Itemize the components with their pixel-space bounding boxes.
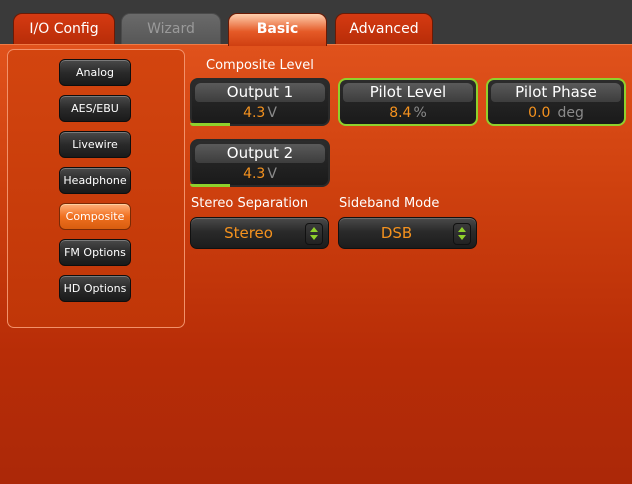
sideband-mode-value: DSB bbox=[380, 224, 413, 242]
nav-aes-ebu-button[interactable]: AES/EBU bbox=[59, 95, 131, 122]
output1-label: Output 1 bbox=[195, 83, 325, 102]
tab-advanced[interactable]: Advanced bbox=[335, 13, 433, 44]
tab-basic[interactable]: Basic bbox=[228, 13, 327, 46]
sideband-mode-select[interactable]: DSB bbox=[338, 217, 477, 249]
output2-value: 4.3 V bbox=[192, 164, 328, 184]
output1-indicator bbox=[190, 123, 230, 126]
output2-indicator bbox=[190, 184, 230, 187]
nav-headphone-button[interactable]: Headphone bbox=[59, 167, 131, 194]
composite-level-heading: Composite Level bbox=[206, 58, 314, 73]
sideband-mode-label: Sideband Mode bbox=[339, 196, 440, 211]
output2-unit: V bbox=[267, 166, 277, 182]
pilot-level-unit: % bbox=[413, 105, 427, 121]
output1-control[interactable]: Output 1 4.3 V bbox=[190, 78, 330, 126]
output1-number: 4.3 bbox=[243, 105, 266, 121]
pilot-phase-unit: deg bbox=[557, 105, 584, 121]
nav-analog-button[interactable]: Analog bbox=[59, 59, 131, 86]
pilot-phase-label: Pilot Phase bbox=[491, 83, 621, 102]
tab-wizard[interactable]: Wizard bbox=[121, 13, 221, 44]
pilot-phase-number: 0.0 bbox=[528, 105, 551, 121]
updown-arrows-icon[interactable] bbox=[453, 223, 471, 245]
nav-composite-button[interactable]: Composite bbox=[59, 203, 131, 230]
output2-label: Output 2 bbox=[195, 144, 325, 163]
output1-value: 4.3 V bbox=[192, 103, 328, 123]
updown-arrows-icon[interactable] bbox=[305, 223, 323, 245]
output1-unit: V bbox=[267, 105, 277, 121]
pilot-phase-control[interactable]: Pilot Phase 0.0 deg bbox=[486, 78, 626, 126]
stereo-separation-select[interactable]: Stereo bbox=[190, 217, 329, 249]
pilot-level-number: 8.4 bbox=[389, 105, 412, 121]
nav-fm-options-button[interactable]: FM Options bbox=[59, 239, 131, 266]
pilot-level-control[interactable]: Pilot Level 8.4% bbox=[338, 78, 478, 126]
stereo-separation-value: Stereo bbox=[224, 224, 273, 242]
pilot-level-label: Pilot Level bbox=[343, 83, 473, 102]
nav-livewire-button[interactable]: Livewire bbox=[59, 131, 131, 158]
pilot-level-value: 8.4% bbox=[340, 103, 476, 123]
tab-io-config[interactable]: I/O Config bbox=[13, 13, 115, 44]
stereo-separation-label: Stereo Separation bbox=[191, 196, 309, 211]
pilot-phase-value: 0.0 deg bbox=[488, 103, 624, 123]
nav-hd-options-button[interactable]: HD Options bbox=[59, 275, 131, 302]
output2-control[interactable]: Output 2 4.3 V bbox=[190, 139, 330, 187]
output2-number: 4.3 bbox=[243, 166, 266, 182]
